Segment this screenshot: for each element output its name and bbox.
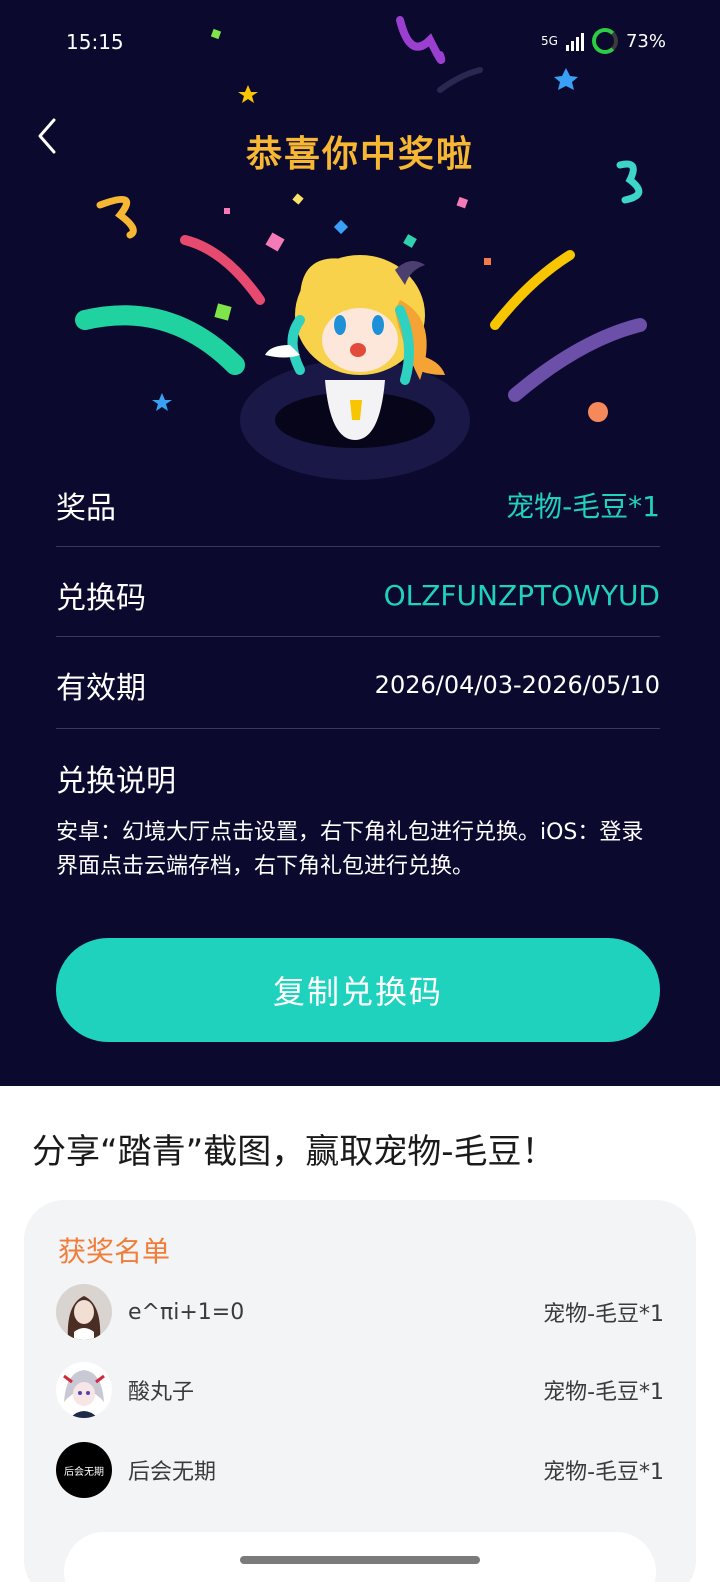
list-item: e^πi+1=0 宠物-毛豆*1 [56, 1282, 664, 1342]
winner-name: e^πi+1=0 [128, 1299, 245, 1325]
prize-label: 奖品 [56, 491, 116, 526]
status-time: 15:15 [66, 30, 124, 54]
copy-code-button[interactable]: 复制兑换码 [56, 938, 660, 1042]
status-indicators: 5G 73% [541, 28, 666, 54]
signal-icon [565, 31, 584, 51]
battery-icon [591, 28, 618, 54]
network-label: 5G [541, 34, 558, 48]
divider [56, 546, 660, 547]
winner-name: 后会无期 [128, 1460, 217, 1485]
code-value[interactable]: OLZFUNZPTOWYUD [384, 579, 660, 612]
winner-prize: 宠物-毛豆*1 [543, 1380, 664, 1405]
divider [56, 636, 660, 637]
winner-prize: 宠物-毛豆*1 [543, 1302, 664, 1327]
redeem-instructions-title: 兑换说明 [56, 764, 176, 799]
divider [56, 728, 660, 729]
avatar [56, 1362, 112, 1418]
winners-card: 获奖名单 e^πi+1=0 宠物-毛豆*1 酸丸子 宠物-毛豆*1 后会无期 后… [24, 1200, 696, 1582]
code-row: 兑换码 OLZFUNZPTOWYUD [56, 570, 660, 620]
winners-title: 获奖名单 [58, 1235, 171, 1268]
battery-level: 73% [625, 30, 666, 52]
validity-row: 有效期 2026/04/03-2026/05/10 [56, 660, 660, 710]
list-item: 酸丸子 宠物-毛豆*1 [56, 1360, 664, 1420]
prize-value: 宠物-毛豆*1 [506, 490, 660, 523]
avatar: 后会无期 [56, 1442, 112, 1498]
list-item: 后会无期 后会无期 宠物-毛豆*1 [56, 1440, 664, 1500]
status-bar: 15:15 5G 73% [0, 22, 720, 62]
celebration-illustration [75, 16, 647, 480]
prize-row: 奖品 宠物-毛豆*1 [56, 480, 660, 530]
share-prompt: 分享“踏青”截图，赢取宠物-毛豆！ [32, 1132, 556, 1172]
validity-label: 有效期 [56, 671, 146, 706]
page-title: 恭喜你中奖啦 [245, 133, 474, 175]
home-indicator[interactable] [240, 1556, 480, 1564]
redeem-instructions-text: 安卓：幻境大厅点击设置，右下角礼包进行兑换。iOS：登录界面点击云端存档，右下角… [56, 820, 644, 879]
code-label: 兑换码 [56, 581, 146, 616]
prize-panel: 15:15 5G 73% 恭喜你中奖啦 奖品 宠物-毛豆*1 兑换码 OLZFU… [0, 0, 720, 1086]
avatar [56, 1284, 112, 1340]
winner-prize: 宠物-毛豆*1 [543, 1460, 664, 1485]
winner-name: 酸丸子 [128, 1380, 195, 1405]
validity-value: 2026/04/03-2026/05/10 [374, 671, 660, 699]
avatar-text: 后会无期 [64, 1466, 104, 1478]
